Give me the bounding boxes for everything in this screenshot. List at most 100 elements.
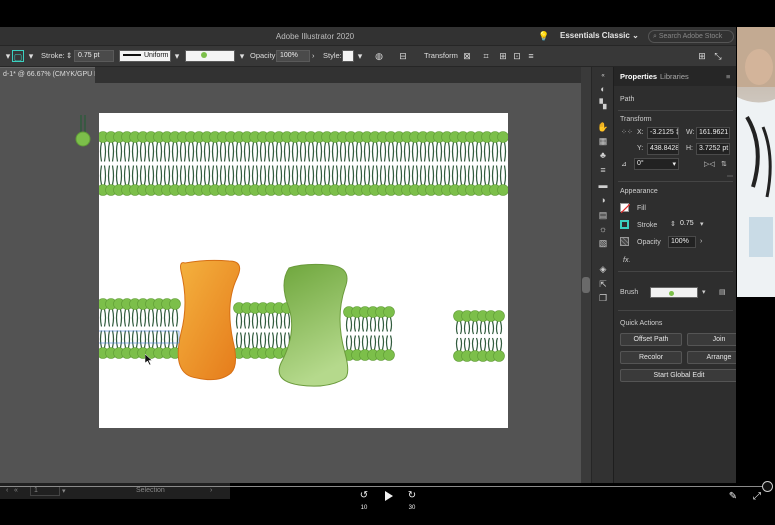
offset-path-button[interactable]: Offset Path xyxy=(620,333,682,346)
stroke-weight-field[interactable]: 0.75 pt xyxy=(74,50,114,62)
forward-button[interactable]: ↻ 30 xyxy=(404,490,420,512)
document-tab[interactable]: d-1* @ 66.67% (CMYK/GPU Preview) xyxy=(0,67,95,83)
divider xyxy=(618,110,733,111)
color-icon[interactable]: ▚ xyxy=(596,98,610,110)
opacity-field[interactable]: 100% xyxy=(668,236,696,248)
stock-search-input[interactable]: ⌕ Search Adobe Stock xyxy=(648,30,734,43)
artboard[interactable] xyxy=(95,113,509,428)
transform-button[interactable]: Transform xyxy=(424,51,458,60)
fill-none-swatch-icon[interactable] xyxy=(620,203,630,213)
lipid-head xyxy=(493,350,505,362)
webcam-image xyxy=(737,27,775,297)
lipid-tail xyxy=(347,142,355,185)
lightbulb-icon[interactable]: 💡 xyxy=(538,31,549,42)
gradient-icon[interactable]: ▬ xyxy=(596,179,610,191)
lipid-tail xyxy=(147,142,155,185)
chevron-right-icon[interactable]: › xyxy=(700,238,702,245)
chevron-down-icon[interactable]: ▾ xyxy=(171,50,183,62)
chevron-right-icon[interactable]: › xyxy=(312,51,315,60)
swatches-icon[interactable]: ▦ xyxy=(596,135,610,147)
puppet-warp-icon[interactable]: ⊞ xyxy=(497,50,509,62)
graphic-style-swatch[interactable] xyxy=(342,50,354,62)
more-options-icon[interactable]: ⋯ xyxy=(727,173,733,180)
color-guide-icon[interactable]: ◐ xyxy=(596,83,610,95)
export-icon[interactable]: ⇱ xyxy=(596,278,610,290)
lipid-tail xyxy=(315,142,323,185)
artboard-number-value: 1 xyxy=(34,487,38,494)
membrane-illustration xyxy=(95,131,509,387)
brush-preview[interactable] xyxy=(650,287,698,298)
fullscreen-icon[interactable]: ⤢ xyxy=(750,491,764,502)
lipid-head xyxy=(169,298,181,310)
chevron-down-icon[interactable]: ▾ xyxy=(62,487,66,495)
rewind-button[interactable]: ↺ 10 xyxy=(356,490,372,512)
lipid-tail xyxy=(379,142,387,185)
brush-library-icon[interactable]: ▤ xyxy=(719,288,726,296)
stroke-swatch-icon[interactable] xyxy=(620,220,629,229)
chevron-down-icon[interactable]: ▾ xyxy=(700,220,704,228)
lipid-tail xyxy=(131,309,139,348)
isolate-icon[interactable]: ⊠ xyxy=(461,50,473,62)
properties-panel: Properties Libraries ≡ Path Transform ⁘⁘… xyxy=(613,67,751,483)
h-field[interactable]: 3.7252 pt xyxy=(696,143,730,155)
bottom-area: ‹ « 1 ▾ Selection › xyxy=(0,483,775,525)
annotate-pen-icon[interactable]: ✎ xyxy=(726,491,740,502)
stroke-swatch-icon[interactable]: ▢ xyxy=(12,50,24,62)
play-icon xyxy=(384,491,393,501)
flip-vertical-icon[interactable]: ⇅ xyxy=(721,160,727,168)
tab-libraries[interactable]: Libraries xyxy=(660,72,689,81)
tab-properties[interactable]: Properties xyxy=(620,72,657,81)
prev-artboard-icon[interactable]: ‹ xyxy=(6,487,8,494)
select-similar-icon[interactable]: ⊡ xyxy=(511,50,523,62)
chevron-down-icon[interactable]: ▾ xyxy=(702,288,706,296)
lipid-tail xyxy=(471,321,479,351)
brushes-icon[interactable]: ▧ xyxy=(596,237,610,249)
chevron-right-icon[interactable]: › xyxy=(210,487,212,494)
artboard-number-field[interactable]: 1 xyxy=(30,486,60,496)
stroke-profile-select[interactable]: Uniform xyxy=(119,50,171,62)
graphic-styles-icon[interactable]: ☼ xyxy=(596,223,610,235)
collapse-panel-icon[interactable]: « xyxy=(596,70,610,82)
transparency-icon[interactable]: ◑ xyxy=(596,194,610,206)
flip-horizontal-icon[interactable]: ▷◁ xyxy=(704,160,715,168)
stroke-weight-field[interactable]: 0.75 xyxy=(678,219,700,231)
brush-definition-select[interactable] xyxy=(185,50,235,62)
scrollbar-thumb[interactable] xyxy=(582,277,590,293)
lipid-tail xyxy=(283,142,291,185)
stepper-icon[interactable]: ⇕ xyxy=(66,51,72,60)
fx-button[interactable]: fx. xyxy=(623,257,630,264)
chevron-down-icon[interactable]: ▾ xyxy=(354,50,366,62)
rotate-angle-field[interactable]: 0° ▾ xyxy=(634,158,679,170)
layers-icon[interactable]: ◈ xyxy=(596,263,610,275)
first-artboard-icon[interactable]: « xyxy=(14,487,18,494)
arrange-documents-icon[interactable]: ⊞ xyxy=(696,50,708,62)
vertical-scrollbar[interactable] xyxy=(581,67,591,483)
artboards-icon[interactable]: ❐ xyxy=(596,292,610,304)
cc-libraries-icon[interactable]: ✋ xyxy=(596,121,610,133)
workspace-switcher[interactable]: Essentials Classic ⌄ xyxy=(560,31,639,40)
reference-point-icon[interactable]: ⁘⁘ xyxy=(621,128,633,136)
recolor-artwork-icon[interactable]: ◍ xyxy=(373,50,385,62)
x-field[interactable]: -3.2125 ‡ xyxy=(647,127,679,139)
panel-menu-icon[interactable]: ≡ xyxy=(525,50,537,62)
opacity-label: Opacity xyxy=(637,239,661,246)
symbols-icon[interactable]: ♣ xyxy=(596,149,610,161)
start-global-edit-button[interactable]: Start Global Edit xyxy=(620,369,738,382)
chevron-down-icon[interactable]: ▾ xyxy=(25,50,37,62)
collapse-icon[interactable]: ⤡ xyxy=(712,50,724,62)
y-field[interactable]: 438.8428 xyxy=(647,143,679,155)
lipid-tail xyxy=(395,142,403,185)
panel-menu-icon[interactable]: ≡ xyxy=(726,72,730,81)
lipid-tail xyxy=(475,142,483,185)
opacity-field[interactable]: 100% xyxy=(276,50,310,62)
envelope-icon[interactable]: ⌗ xyxy=(480,50,492,62)
stroke-panel-icon[interactable]: ≡ xyxy=(596,164,610,176)
play-button[interactable] xyxy=(382,491,394,504)
recolor-button[interactable]: Recolor xyxy=(620,351,682,364)
appearance-icon[interactable]: ▤ xyxy=(596,209,610,221)
stepper-icon[interactable]: ⇕ xyxy=(670,220,676,228)
align-icon[interactable]: ⊟ xyxy=(397,50,409,62)
w-field[interactable]: 161.9621 xyxy=(696,127,730,139)
chevron-down-icon[interactable]: ▾ xyxy=(236,50,248,62)
video-progress-track[interactable] xyxy=(0,486,768,487)
